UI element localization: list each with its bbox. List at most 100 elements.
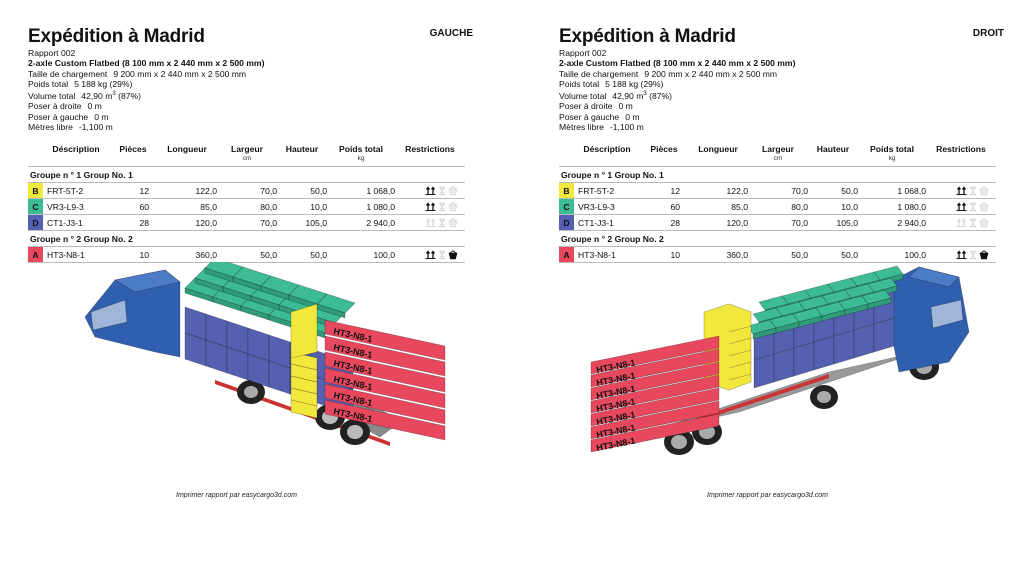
group-label: Groupe n ° 1 Group No. 1 bbox=[28, 166, 465, 183]
cell-description: VR3-L9-3 bbox=[574, 198, 640, 215]
col-length: Longueur bbox=[698, 144, 738, 154]
cell-length: 120,0 bbox=[688, 214, 748, 231]
stat-right-side: Poser à droite 0 m bbox=[559, 101, 795, 111]
cell-pieces: 28 bbox=[640, 214, 688, 231]
stat-value: 0 m bbox=[94, 111, 109, 122]
stat-total-volume: Volume total 42,90 m3 (87%) bbox=[28, 89, 264, 101]
cell-pieces: 60 bbox=[109, 198, 157, 215]
cargo-box-B-tall bbox=[290, 303, 318, 359]
table-header-row: Déscription Pièces Longueur Largeur cm Ha… bbox=[559, 144, 996, 167]
stat-free-meters: Mètres libre -1,100 m bbox=[28, 122, 264, 132]
cell-restrictions bbox=[926, 182, 996, 199]
cell-weight: 1 068,0 bbox=[327, 182, 395, 199]
view-side-label: DROIT bbox=[972, 28, 1004, 39]
cell-weight: 1 080,0 bbox=[327, 198, 395, 215]
col-restrictions: Restrictions bbox=[936, 144, 986, 154]
stat-value: -1,100 m bbox=[78, 121, 113, 132]
stat-label: Poids total bbox=[28, 78, 69, 89]
group-row: Groupe n ° 1 Group No. 1 bbox=[559, 166, 996, 183]
group-row: Groupe n ° 2 Group No. 2 bbox=[28, 230, 465, 247]
cell-height: 50,0 bbox=[277, 182, 327, 199]
cell-restrictions bbox=[395, 182, 465, 199]
table-row: A HT3-N8-1 10 360,0 50,0 50,0 100,0 bbox=[559, 246, 996, 263]
cell-length: 122,0 bbox=[688, 182, 748, 199]
cell-description: VR3-L9-3 bbox=[43, 198, 109, 215]
stat-value: 42,90 m bbox=[612, 91, 644, 102]
cargo-badge: B bbox=[559, 182, 574, 199]
stat-value: 5 188 kg (29%) bbox=[605, 78, 664, 89]
col-height: Hauteur bbox=[816, 144, 850, 154]
stat-label: Poser à gauche bbox=[559, 111, 620, 122]
group-row: Groupe n ° 2 Group No. 2 bbox=[559, 230, 996, 247]
cell-weight: 100,0 bbox=[858, 246, 926, 263]
cell-length: 85,0 bbox=[157, 198, 217, 215]
cell-pieces: 12 bbox=[109, 182, 157, 199]
stat-value: 9 200 mm x 2 440 mm x 2 500 mm bbox=[644, 68, 778, 79]
stat-label: Mètres libre bbox=[28, 121, 73, 132]
cell-restrictions bbox=[926, 246, 996, 263]
cell-width: 70,0 bbox=[748, 182, 808, 199]
table-row: C VR3-L9-3 60 85,0 80,0 10,0 1 080,0 bbox=[559, 198, 996, 215]
col-height: Hauteur bbox=[285, 144, 319, 154]
cell-restrictions bbox=[395, 198, 465, 215]
cell-width: 80,0 bbox=[748, 198, 808, 215]
this-side-up-icon bbox=[425, 186, 436, 196]
table-header-row: Déscription Pièces Longueur Largeur cm Ha… bbox=[28, 144, 465, 167]
cell-pieces: 12 bbox=[640, 182, 688, 199]
table-row: B FRT-5T-2 12 122,0 70,0 50,0 1 068,0 bbox=[28, 182, 465, 199]
wheel-hub bbox=[817, 391, 831, 403]
stat-total-weight: Poids total 5 188 kg (29%) bbox=[559, 79, 795, 89]
this-side-up-icon bbox=[956, 186, 967, 196]
wheel-hub bbox=[671, 435, 687, 449]
table-row: A HT3-N8-1 10 360,0 50,0 50,0 100,0 bbox=[28, 246, 465, 263]
fragile-glass-icon bbox=[979, 186, 989, 196]
no-stack-icon bbox=[969, 250, 977, 260]
col-length: Longueur bbox=[167, 144, 207, 154]
wheel-hub bbox=[244, 386, 258, 398]
cell-height: 50,0 bbox=[808, 246, 858, 263]
cell-weight: 1 068,0 bbox=[858, 182, 926, 199]
cell-description: HT3-N8-1 bbox=[43, 246, 109, 263]
report-number: Rapport 002 bbox=[28, 48, 76, 58]
stat-value: 0 m bbox=[625, 111, 640, 122]
fragile-glass-icon bbox=[979, 202, 989, 212]
cell-width: 80,0 bbox=[217, 198, 277, 215]
group-label: Groupe n ° 2 Group No. 2 bbox=[28, 230, 465, 247]
view-side-label: GAUCHE bbox=[429, 28, 473, 39]
stat-label: Taille de chargement bbox=[28, 68, 108, 79]
stat-left-side: Poser à gauche 0 m bbox=[28, 112, 264, 122]
cell-width: 50,0 bbox=[217, 246, 277, 263]
cargo-block-D bbox=[773, 347, 795, 383]
report-info: Rapport 002 2-axle Custom Flatbed (8 100… bbox=[28, 48, 264, 132]
stat-label: Volume total bbox=[28, 91, 76, 102]
col-pieces: Pièces bbox=[119, 144, 147, 154]
cargo-block-D bbox=[793, 341, 815, 377]
cargo-block-D bbox=[853, 323, 875, 359]
this-side-up-icon bbox=[956, 218, 967, 228]
cell-width: 50,0 bbox=[748, 246, 808, 263]
this-side-up-icon bbox=[956, 250, 967, 260]
cell-description: CT1-J3-1 bbox=[43, 214, 109, 231]
cell-width: 70,0 bbox=[217, 182, 277, 199]
stat-value-tail: (87%) bbox=[646, 91, 673, 102]
wheel-hub bbox=[347, 425, 363, 439]
cell-restrictions bbox=[926, 214, 996, 231]
cell-weight: 2 940,0 bbox=[858, 214, 926, 231]
fragile-glass-icon bbox=[448, 250, 458, 260]
cell-weight: 1 080,0 bbox=[858, 198, 926, 215]
stat-value: 5 188 kg (29%) bbox=[74, 78, 133, 89]
cell-pieces: 10 bbox=[640, 246, 688, 263]
col-badge bbox=[28, 144, 43, 167]
stat-value: 9 200 mm x 2 440 mm x 2 500 mm bbox=[113, 68, 247, 79]
cell-description: FRT-5T-2 bbox=[43, 182, 109, 199]
truck-3d-view-right: HT3-N8-1HT3-N8-1HT3-N8-1HT3-N8-1HT3-N8-1… bbox=[590, 265, 970, 455]
cargo-badge: D bbox=[28, 214, 43, 231]
col-width: Largeur cm bbox=[762, 144, 794, 162]
cell-description: CT1-J3-1 bbox=[574, 214, 640, 231]
cell-weight: 2 940,0 bbox=[327, 214, 395, 231]
cell-height: 105,0 bbox=[808, 214, 858, 231]
truck-3d-view-left: HT3-N8-1HT3-N8-1HT3-N8-1HT3-N8-1HT3-N8-1… bbox=[84, 262, 446, 446]
cargo-block-D bbox=[813, 335, 835, 371]
stat-value: -1,100 m bbox=[609, 121, 644, 132]
cell-length: 85,0 bbox=[688, 198, 748, 215]
